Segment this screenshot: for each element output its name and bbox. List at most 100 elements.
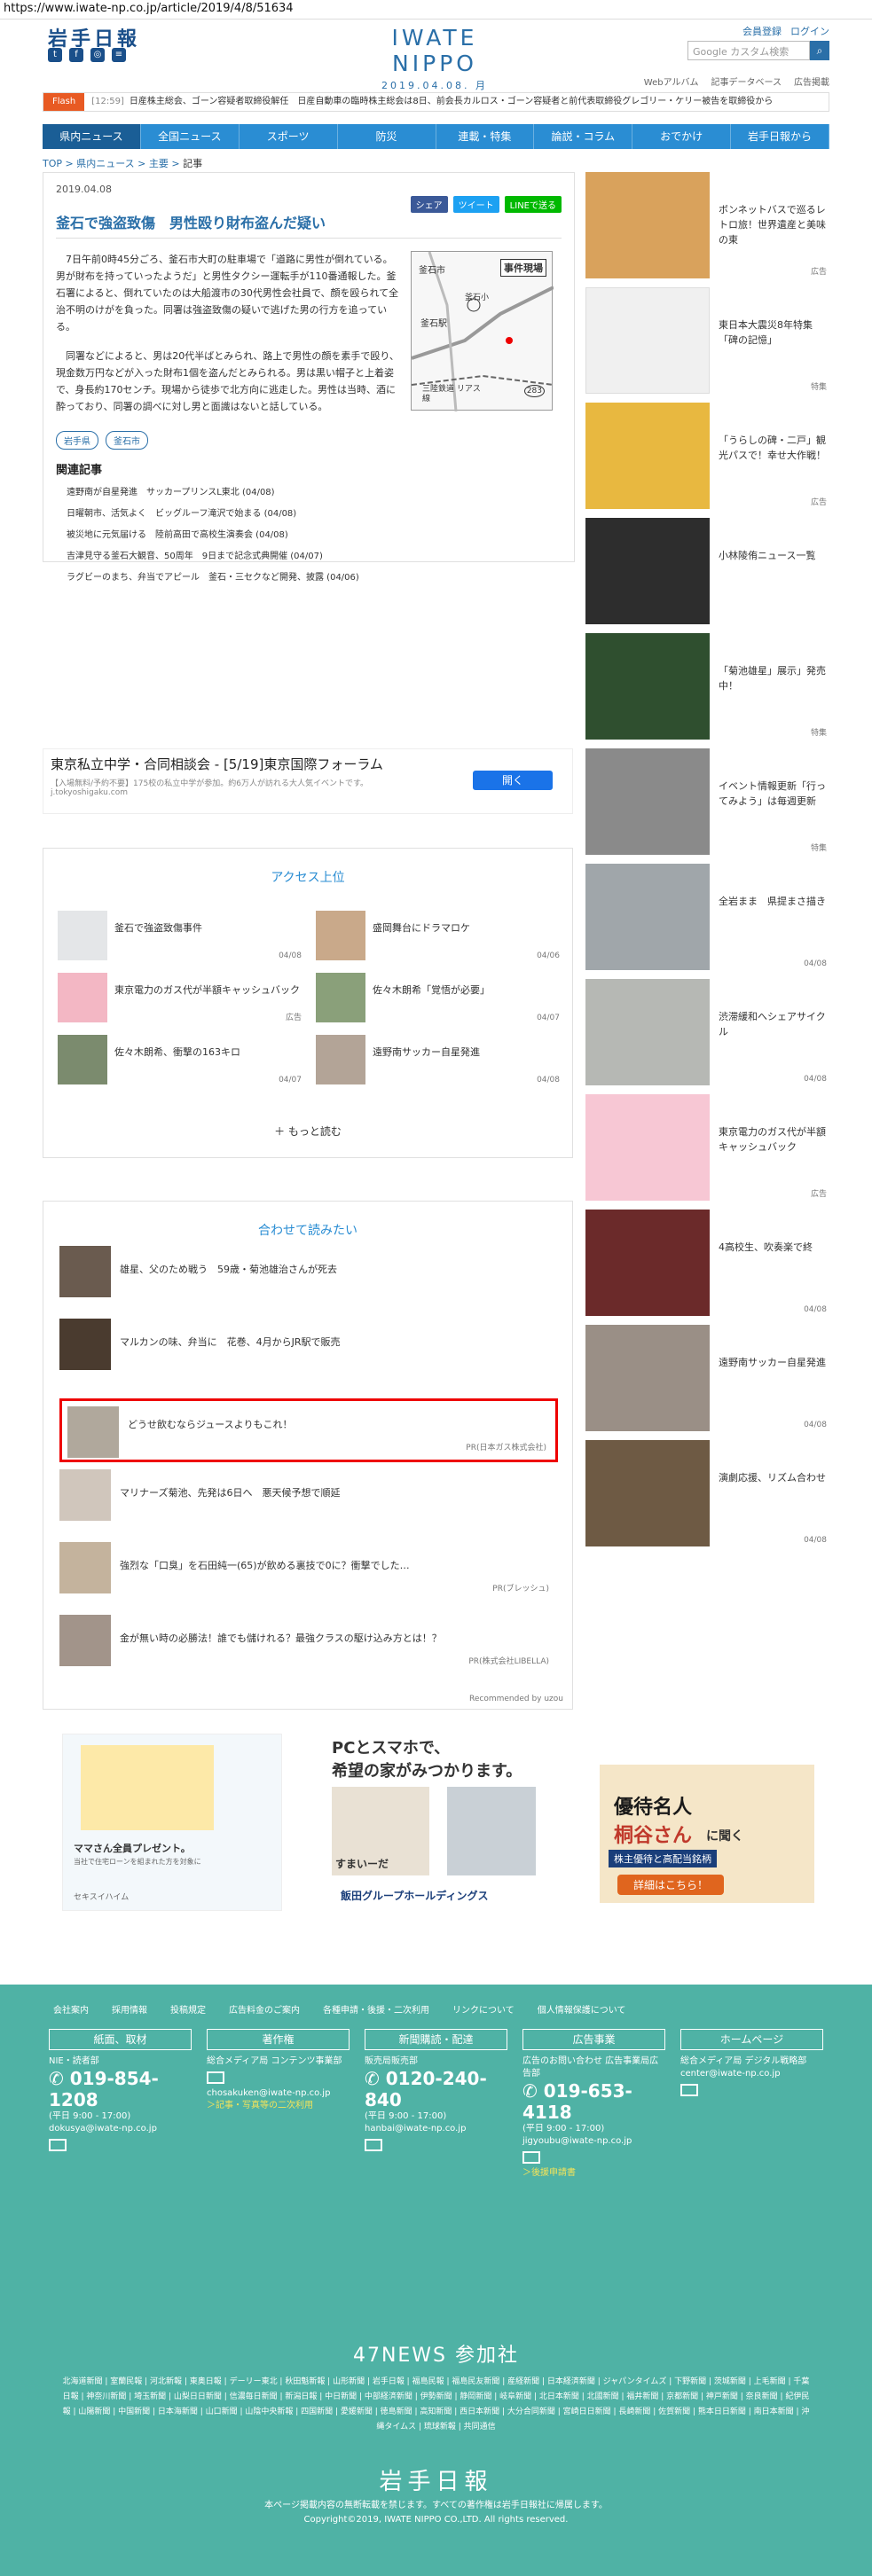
ranking-item[interactable]: 遠野南サッカー自星発進 04/08 (316, 1035, 560, 1084)
mail-icon[interactable] (680, 2084, 698, 2096)
twitter-icon[interactable]: t (48, 48, 62, 62)
breadcrumb-top[interactable]: TOP (43, 158, 62, 169)
flash-label: Flash (43, 93, 85, 111)
related-link[interactable]: 吉津見守る釜石大観音、50周年 9日まで記念式典開催 (04/07) (56, 546, 562, 568)
subnav-database[interactable]: 記事データベース (711, 74, 782, 88)
ranking-item[interactable]: 釜石で強盗致傷事件 04/08 (58, 911, 302, 960)
sidebar-item[interactable]: ボンネットバスで巡るレトロ旅！世界遺産と美味の東 広告 (585, 172, 830, 287)
mail-icon[interactable] (522, 2151, 540, 2164)
side-ad-cta[interactable]: 詳細はこちら！ (617, 1875, 725, 1895)
footer-link[interactable]: リンクについて (452, 2002, 515, 2016)
search-icon[interactable]: ⌕ (810, 41, 829, 60)
sidebar-item-category: 04/08 (804, 1421, 827, 1429)
contact-mail[interactable]: center@iwate-np.co.jp (680, 2068, 823, 2080)
flash-news[interactable]: Flash [12:59] 日産株主総会、ゴーン容疑者取締役解任 日産自動車の臨時株… (43, 92, 829, 112)
side-ad-sub: 株主優待と高配当銘柄 (609, 1850, 717, 1867)
contact-mail[interactable]: chosakuken@iwate-np.co.jp (207, 2087, 350, 2100)
tag-iwate[interactable]: 岩手県 (56, 431, 98, 450)
related-link[interactable]: 遠野南が自星発進 サッカープリンスL東北 (04/08) (56, 482, 562, 504)
sidebar-item[interactable]: 東日本大震災8年特集「碑の記憶」 特集 (585, 287, 830, 403)
subnav-ads[interactable]: 広告掲載 (794, 74, 829, 88)
footer-link[interactable]: 各種申請・後援・二次利用 (323, 2002, 429, 2016)
contact-tel[interactable]: ✆ 0120-240-840 (365, 2068, 507, 2110)
facebook-share-button[interactable]: シェア (410, 196, 448, 213)
sidebar-item[interactable]: 小林陵侑ニュース一覧 (585, 518, 830, 633)
login-link[interactable]: ログイン (790, 24, 829, 38)
mail-icon[interactable] (207, 2071, 224, 2084)
facebook-icon[interactable]: f (69, 48, 83, 62)
line-share-button[interactable]: LINEで送る (504, 196, 562, 213)
recommended-item-title: どうせ飲むならジュースよりもこれ！ (128, 1419, 293, 1430)
footer-link[interactable]: 広告料金のご案内 (229, 2002, 300, 2016)
more-button[interactable]: ＋ もっと読む (43, 1124, 572, 1139)
main-column: 2019.04.08 シェア ツイート LINEで送る 釜石で強盗致傷 男性殴り… (43, 172, 575, 583)
sidebar-item-category: 広告 (810, 498, 827, 507)
news47-papers[interactable]: 北海道新聞 | 室蘭民報 | 河北新報 | 東奥日報 | デーリー東北 | 秋田… (62, 2375, 810, 2435)
footer-link[interactable]: 会社案内 (53, 2002, 89, 2016)
address-bar[interactable]: https://www.iwate-np.co.jp/article/2019/… (0, 0, 872, 20)
text-ad[interactable]: 東京私立中学・合同相談会 - [5/19]東京国際フォーラム 【入場無料/予約不… (43, 748, 573, 814)
footer-link[interactable]: 採用情報 (112, 2002, 147, 2016)
ranking-item[interactable]: 佐々木朗希、衝撃の163キロ 04/07 (58, 1035, 302, 1084)
rss-icon[interactable]: ≡ (112, 48, 126, 62)
sidebar-item[interactable]: イベント情報更新「行ってみよう」は毎週更新 特集 (585, 748, 830, 864)
sidebar-item[interactable]: 全岩まま 県提まさ描き 04/08 (585, 864, 830, 979)
ranking-item[interactable]: 東京電力のガス代が半額キャッシュバック 広告 (58, 973, 302, 1022)
nav-columns[interactable]: 論説・コラム (534, 124, 633, 149)
contact-editorial: 紙面、取材 NIE・読者部 ✆ 019-854-1208 (平日 9:00 - … (49, 2029, 192, 2180)
nav-national-news[interactable]: 全国ニュース (141, 124, 240, 149)
related-link[interactable]: 被災地に元気届ける 陸前高田で高校生演奏会 (04/08) (56, 525, 562, 546)
recommended-item[interactable]: 強烈な「口臭」を石田純一(65)が飲める裏技で0に？衝撃でした… PR(ブレッシュ… (59, 1542, 558, 1615)
recommended-item[interactable]: 雄星、父のため戦う 59歳・菊池雄治さんが死去 (59, 1246, 558, 1319)
ranking-item[interactable]: 佐々木朗希「覚悟が必要」 04/07 (316, 973, 560, 1022)
footer-logo[interactable]: 岩手日報 (0, 2463, 872, 2496)
breadcrumb-local[interactable]: 県内ニュース (76, 158, 134, 169)
ad-banner-sumaida[interactable]: PCとスマホで、 希望の家がみつかります。 すまいーだ 飯田グループホールディン… (332, 1734, 554, 1911)
sidebar-item[interactable]: 「うらしの碑・二戸」観光パスで！幸せ大作戦！ 広告 (585, 403, 830, 518)
sidebar-item[interactable]: 演劇応援、リズム合わせ 04/08 (585, 1440, 830, 1555)
recommended-item[interactable]: マルカンの味、弁当に 花巻、4月からJR駅で販売 (59, 1319, 558, 1391)
sidebar-item[interactable]: 遠野南サッカー自星発進 04/08 (585, 1325, 830, 1440)
recommended-item[interactable]: マリナーズ菊池、先発は6日へ 悪天候予想で順延 (59, 1469, 558, 1542)
instagram-icon[interactable]: ◎ (90, 48, 105, 62)
sidebar-item[interactable]: 「菊池雄星」展示」発売中！ 特集 (585, 633, 830, 748)
mail-icon[interactable] (49, 2139, 67, 2151)
ranking-item[interactable]: 盛岡舞台にドラマロケ 04/06 (316, 911, 560, 960)
ad-banner-sekisui[interactable]: ママさん全員プレゼント。 当社で住宅ローンを組まれた方を対象に セキスイハイム (62, 1734, 282, 1911)
related-link[interactable]: ラグビーのまち、弁当でアピール 釜石・三セクなど開発、披露 (04/06) (56, 568, 562, 589)
sub-nav: Webアルバム 記事データベース 広告掲載 (0, 74, 872, 89)
footer-link[interactable]: 投稿規定 (170, 2002, 206, 2016)
contact-mail[interactable]: hanbai@iwate-np.co.jp (365, 2123, 507, 2135)
incident-map[interactable]: 事件現場 釜石市 釜石小 釜石駅 三陸鉄道 リアス線 283 (411, 251, 554, 411)
sidebar-item[interactable]: 4高校生、吹奏楽で終 04/08 (585, 1210, 830, 1325)
recommended-item-highlighted[interactable]: どうせ飲むならジュースよりもこれ！ PR(日本ガス株式会社) (59, 1398, 558, 1462)
contact-extra-link[interactable]: ＞記事・写真等の二次利用 (207, 2100, 350, 2112)
nav-from-iwate[interactable]: 岩手日報から (731, 124, 829, 149)
recommended-by[interactable]: Recommended by uzou (469, 1695, 563, 1703)
ad1-sub: 当社で住宅ローンを組まれた方を対象に (74, 1858, 201, 1866)
nav-local-news[interactable]: 県内ニュース (43, 124, 141, 149)
sidebar-ad-kiritani[interactable]: 優待名人 桐谷さん に聞く 株主優待と高配当銘柄 詳細はこちら！ (600, 1765, 814, 1903)
search-input[interactable]: Google カスタム検索 (687, 41, 810, 60)
nav-outings[interactable]: おでかけ (632, 124, 732, 149)
mail-icon[interactable] (365, 2139, 382, 2151)
tag-kamaishi[interactable]: 釜石市 (106, 431, 148, 450)
nav-sports[interactable]: スポーツ (240, 124, 338, 149)
sidebar-item[interactable]: 東京電力のガス代が半額キャッシュバック 広告 (585, 1094, 830, 1210)
ad-open-button[interactable]: 開く (473, 771, 553, 790)
subnav-album[interactable]: Webアルバム (644, 74, 699, 88)
breadcrumb-main[interactable]: 主要 (149, 158, 169, 169)
related-link[interactable]: 日曜朝市、活気よく ビッグルーフ滝沢で始まる (04/08) (56, 504, 562, 525)
contact-mail[interactable]: dokusya@iwate-np.co.jp (49, 2123, 192, 2135)
nav-disaster[interactable]: 防災 (338, 124, 436, 149)
contact-mail[interactable]: jigyoubu@iwate-np.co.jp (522, 2135, 665, 2148)
tweet-button[interactable]: ツイート (452, 196, 499, 213)
nav-features[interactable]: 連載・特集 (436, 124, 535, 149)
sidebar-item[interactable]: 渋滞緩和へシェアサイクル 04/08 (585, 979, 830, 1094)
contact-extra-link[interactable]: ＞後援申請書 (522, 2167, 665, 2180)
footer-link[interactable]: 個人情報保護について (538, 2002, 626, 2016)
contact-tel[interactable]: ✆ 019-653-4118 (522, 2080, 665, 2123)
contact-tel[interactable]: ✆ 019-854-1208 (49, 2068, 192, 2110)
recommended-item[interactable]: 金が無い時の必勝法！誰でも儲けれる？最強クラスの駆け込み方とは！？ PR(株式会社… (59, 1615, 558, 1687)
register-link[interactable]: 会員登録 (742, 24, 782, 38)
